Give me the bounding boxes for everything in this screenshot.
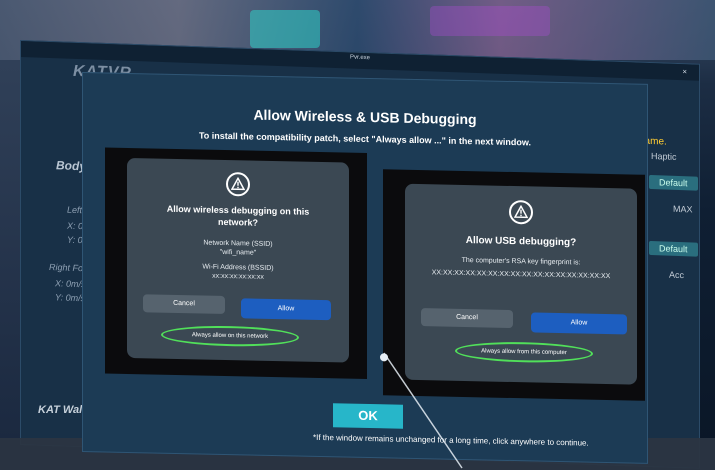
- vr-controller-ray: [383, 352, 463, 469]
